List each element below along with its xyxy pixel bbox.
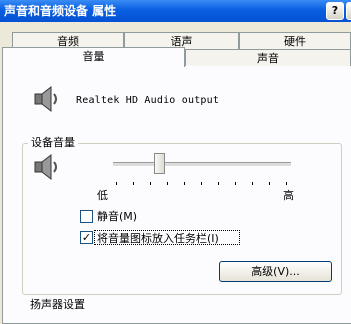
slider-high-label: 高 (283, 189, 294, 202)
slider-tick (201, 182, 202, 185)
device-name: Realtek HD Audio output (76, 95, 220, 106)
close-button[interactable] (346, 2, 351, 20)
slider-tick (286, 182, 287, 185)
speaker-icon (34, 85, 57, 113)
help-button[interactable]: ? (326, 2, 344, 20)
device-volume-group-label: 设备音量 (28, 134, 78, 150)
slider-tick (252, 182, 253, 185)
volume-slider-track[interactable] (113, 162, 291, 167)
speaker-icon (34, 153, 57, 181)
tab-volume-label: 音量 (82, 50, 105, 63)
checkmark-icon: ✓ (81, 231, 92, 244)
tab-sounds-label: 声音 (257, 52, 279, 65)
slider-tick (116, 182, 117, 185)
slider-tick (167, 182, 168, 185)
window-title: 声音和音频设备 属性 (4, 4, 117, 18)
tab-sounds[interactable]: 声音 (185, 49, 351, 66)
tab-hardware[interactable]: 硬件 (239, 32, 351, 49)
tab-volume[interactable]: 音量 (2, 47, 185, 67)
volume-slider-thumb[interactable] (154, 153, 165, 174)
title-bar[interactable]: 声音和音频设备 属性 (0, 0, 351, 22)
slider-tick (235, 182, 236, 185)
speaker-settings-label: 扬声器设置 (30, 298, 85, 311)
slider-tick (133, 182, 134, 185)
slider-tick (150, 182, 151, 185)
slider-low-label: 低 (97, 189, 108, 202)
advanced-button[interactable]: 高级(V)... (219, 261, 332, 282)
slider-tick (218, 182, 219, 185)
mute-checkbox[interactable] (80, 210, 93, 223)
taskbar-icon-checkbox[interactable]: ✓ (80, 231, 93, 244)
mute-label: 静音(M) (97, 210, 138, 223)
tab-hardware-label: 硬件 (284, 35, 306, 48)
slider-tick (184, 182, 185, 185)
taskbar-icon-label: 将音量图标放入任务栏(I) (97, 232, 219, 245)
slider-tick (269, 182, 270, 185)
